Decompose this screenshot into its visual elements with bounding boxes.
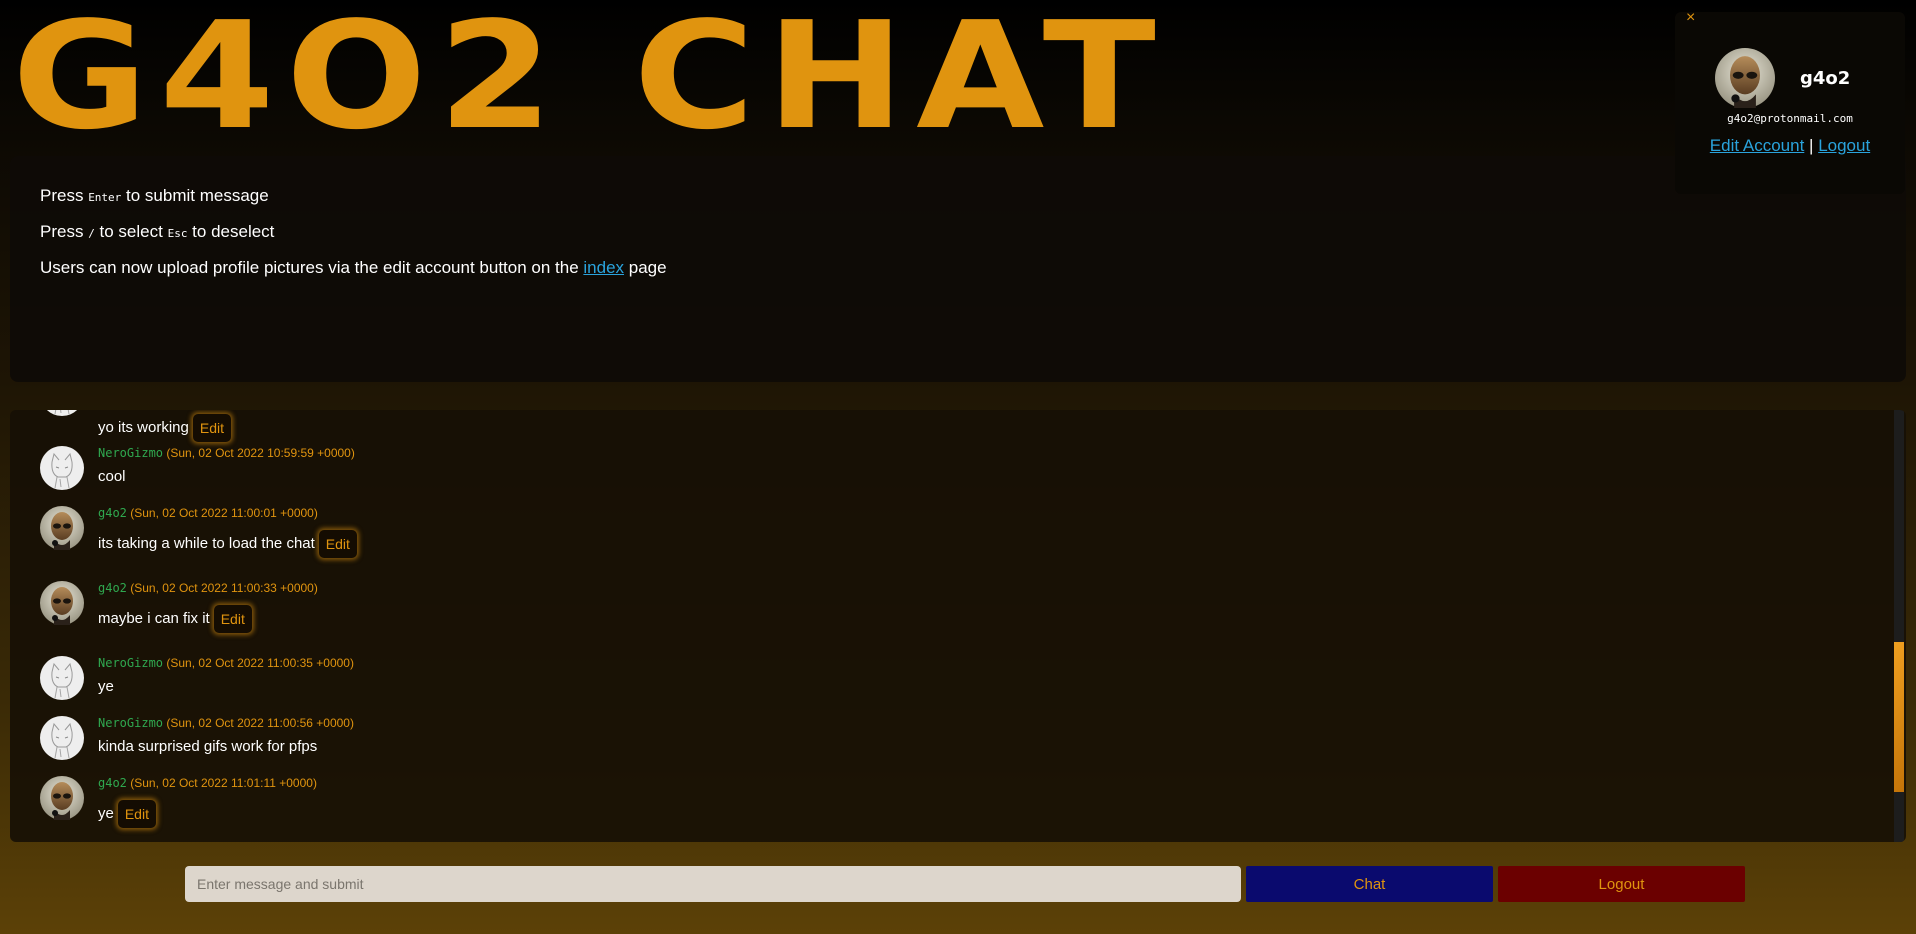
index-link[interactable]: index <box>583 258 624 277</box>
info-text: page <box>624 258 667 277</box>
info-text: Press <box>40 222 89 241</box>
account-links: Edit Account | Logout <box>1675 136 1905 156</box>
close-icon[interactable]: × <box>1686 10 1695 26</box>
message-body: yo its working <box>98 418 189 436</box>
message-timestamp: (Sun, 02 Oct 2022 11:00:56 +0000) <box>166 716 354 730</box>
message-timestamp: (Sun, 02 Oct 2022 11:01:11 +0000) <box>130 776 317 790</box>
message-text: its taking a while to load the chat Edit <box>98 530 357 558</box>
message-timestamp: (Sun, 02 Oct 2022 11:00:33 +0000) <box>130 581 318 595</box>
info-text: to submit message <box>121 186 269 205</box>
info-text: Users can now upload profile pictures vi… <box>40 258 584 277</box>
message-meta: g4o2 (Sun, 02 Oct 2022 11:01:11 +0000) <box>98 776 317 790</box>
alien-avatar-icon <box>40 506 84 550</box>
message-meta: NeroGizmo (Sun, 02 Oct 2022 11:00:35 +00… <box>98 656 354 670</box>
alien-avatar-icon <box>1715 48 1775 108</box>
cat-avatar-icon <box>40 716 84 760</box>
message-author[interactable]: g4o2 <box>98 506 127 520</box>
message-meta: NeroGizmo (Sun, 02 Oct 2022 11:00:56 +00… <box>98 716 354 730</box>
site-title: G4O2 CHAT <box>12 0 1168 162</box>
edit-account-link[interactable]: Edit Account <box>1710 136 1805 155</box>
message-text: kinda surprised gifs work for pfps <box>98 738 317 756</box>
message-text: yo its working Edit <box>98 414 231 442</box>
info-text: Press <box>40 186 89 205</box>
info-text: to deselect <box>187 222 275 241</box>
message-text: ye Edit <box>98 800 156 828</box>
message-text: maybe i can fix it Edit <box>98 605 252 633</box>
info-line-announcement: Users can now upload profile pictures vi… <box>40 258 1876 277</box>
profile-username: g4o2 <box>1800 68 1851 89</box>
message-body: ye <box>98 678 114 695</box>
message-body: its taking a while to load the chat <box>98 534 315 552</box>
cat-avatar-icon <box>40 410 84 416</box>
message-author[interactable]: NeroGizmo <box>98 716 163 730</box>
message-author[interactable]: g4o2 <box>98 581 127 595</box>
info-line-select: Press / to select Esc to deselect <box>40 222 1876 243</box>
chat-messages-panel[interactable]: yo its working Edit NeroGizmo (Sun, 02 Oc… <box>10 410 1906 842</box>
message-author[interactable]: NeroGizmo <box>98 446 163 460</box>
edit-message-button[interactable]: Edit <box>117 800 156 828</box>
chat-send-button[interactable]: Chat <box>1246 866 1493 902</box>
message-body: ye <box>98 804 114 822</box>
message-timestamp: (Sun, 02 Oct 2022 11:00:01 +0000) <box>130 506 318 520</box>
message-meta: g4o2 (Sun, 02 Oct 2022 11:00:01 +0000) <box>98 506 318 520</box>
message-timestamp: (Sun, 02 Oct 2022 11:00:35 +0000) <box>166 656 354 670</box>
cat-avatar-icon <box>40 446 84 490</box>
info-line-enter: Press Enter to submit message <box>40 186 1876 207</box>
enter-key-hint: Enter <box>88 191 122 204</box>
message-body: cool <box>98 468 126 485</box>
link-separator: | <box>1804 136 1819 155</box>
alien-avatar-icon <box>40 581 84 625</box>
user-profile-card: g4o2 g4o2@protonmail.com Edit Account | … <box>1675 12 1905 194</box>
message-meta: NeroGizmo (Sun, 02 Oct 2022 10:59:59 +00… <box>98 446 355 460</box>
logout-link[interactable]: Logout <box>1818 136 1870 155</box>
message-text: cool <box>98 468 126 486</box>
message-body: kinda surprised gifs work for pfps <box>98 738 318 755</box>
info-panel: Press Enter to submit message Press / to… <box>10 156 1906 382</box>
edit-message-button[interactable]: Edit <box>192 414 231 442</box>
slash-key-hint: / <box>88 227 95 240</box>
alien-avatar-icon <box>40 776 84 820</box>
message-body: maybe i can fix it <box>98 609 210 627</box>
message-author[interactable]: g4o2 <box>98 776 127 790</box>
logout-button[interactable]: Logout <box>1498 866 1745 902</box>
info-text: to select <box>94 222 168 241</box>
chat-scrollbar-thumb[interactable] <box>1894 642 1904 792</box>
cat-avatar-icon <box>40 656 84 700</box>
message-input[interactable] <box>185 866 1241 902</box>
edit-message-button[interactable]: Edit <box>213 605 252 633</box>
message-timestamp: (Sun, 02 Oct 2022 10:59:59 +0000) <box>166 446 355 460</box>
profile-email: g4o2@protonmail.com <box>1727 112 1853 125</box>
message-meta: g4o2 (Sun, 02 Oct 2022 11:00:33 +0000) <box>98 581 318 595</box>
message-text: ye <box>98 678 114 696</box>
message-author[interactable]: NeroGizmo <box>98 656 163 670</box>
esc-key-hint: Esc <box>167 227 188 240</box>
edit-message-button[interactable]: Edit <box>318 530 357 558</box>
